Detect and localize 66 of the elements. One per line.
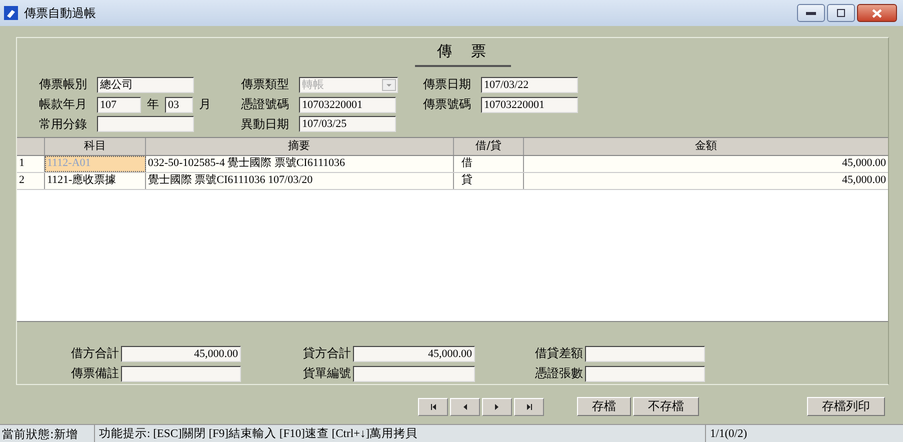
- column-header[interactable]: 金額: [524, 138, 888, 155]
- input-field[interactable]: [353, 366, 475, 382]
- record-count: 1/1(0/2): [709, 428, 748, 440]
- input-field[interactable]: [121, 366, 241, 382]
- table-cell[interactable]: 032-50-102585-4 覺士國際 票號CI6111036: [146, 156, 454, 172]
- minimize-button[interactable]: [797, 4, 825, 22]
- field-label: 傳票號碼: [423, 96, 472, 114]
- input-field[interactable]: [585, 346, 705, 362]
- field-label: 借貸差額: [534, 345, 583, 362]
- action-button[interactable]: 不存檔: [633, 397, 699, 416]
- field-label: 憑證號碼: [241, 96, 290, 114]
- field-label: 傳票類型: [241, 76, 290, 94]
- input-field[interactable]: 107: [97, 96, 141, 113]
- status-text: 當前狀態:新增: [0, 425, 95, 442]
- table-cell[interactable]: 1121-應收票據: [44, 172, 146, 189]
- last-record-icon: [525, 402, 533, 410]
- minimize-icon: [806, 11, 816, 15]
- maximize-icon: [837, 9, 845, 17]
- field-label: 憑證張數: [534, 365, 583, 382]
- field-label: 傳票日期: [423, 76, 472, 94]
- field-label: 帳款年月: [39, 96, 88, 114]
- last-button[interactable]: [514, 398, 544, 416]
- close-button[interactable]: [857, 4, 897, 22]
- column-header[interactable]: 科目: [44, 138, 146, 155]
- maximize-button[interactable]: [827, 4, 855, 22]
- input-field[interactable]: 107/03/22: [481, 76, 578, 93]
- field-label: 貨單編號: [302, 365, 351, 382]
- caret-icon: [382, 78, 396, 91]
- app-icon: [4, 6, 18, 20]
- field-label: 傳票備註: [70, 365, 119, 382]
- input-field[interactable]: 45,000.00: [121, 346, 241, 362]
- next-button[interactable]: [482, 398, 512, 416]
- table-cell[interactable]: 覺士國際 票號CI6111036 107/03/20: [146, 172, 454, 189]
- input-field[interactable]: 107/03/25: [299, 116, 396, 132]
- table-cell[interactable]: 45,000.00: [524, 156, 888, 172]
- input-field[interactable]: [585, 366, 705, 382]
- field-label: 貸方合計: [302, 345, 351, 362]
- input-field[interactable]: 03: [165, 96, 193, 113]
- close-icon: [872, 8, 882, 18]
- column-header[interactable]: 摘要: [146, 138, 454, 155]
- input-field[interactable]: 10703220001: [299, 96, 396, 113]
- field-unit: 月: [199, 96, 211, 114]
- first-button[interactable]: [418, 398, 448, 416]
- field-label: 借方合計: [70, 345, 119, 362]
- field-unit: 年: [147, 96, 159, 114]
- table-cell[interactable]: 45,000.00: [524, 172, 888, 189]
- table-cell[interactable]: 貸: [454, 172, 524, 189]
- action-button[interactable]: 存檔: [577, 397, 631, 416]
- voucher-heading: 傳 票: [414, 42, 510, 67]
- row-number: 2: [17, 172, 45, 189]
- window-title: 傳票自動過帳: [24, 4, 97, 22]
- print-button[interactable]: 存檔列印: [807, 397, 885, 416]
- input-field[interactable]: [97, 116, 194, 132]
- field-label: 異動日期: [241, 116, 290, 133]
- input-field[interactable]: 總公司: [97, 76, 194, 93]
- previous-record-icon: [461, 402, 469, 410]
- column-header[interactable]: 借/貸: [454, 138, 524, 155]
- next-record-icon: [493, 402, 501, 410]
- input-field[interactable]: 45,000.00: [353, 346, 475, 362]
- field-label: 常用分錄: [39, 116, 88, 133]
- field-label: 傳票帳別: [39, 76, 88, 94]
- hint-text: 功能提示: [ESC]關閉 [F9]結束輸入 [F10]速查 [Ctrl+↓]萬用拷貝: [95, 425, 706, 442]
- previous-button[interactable]: [450, 398, 480, 416]
- table-cell[interactable]: 借: [454, 156, 524, 172]
- input-field[interactable]: 10703220001: [481, 96, 578, 113]
- first-record-icon: [429, 402, 437, 410]
